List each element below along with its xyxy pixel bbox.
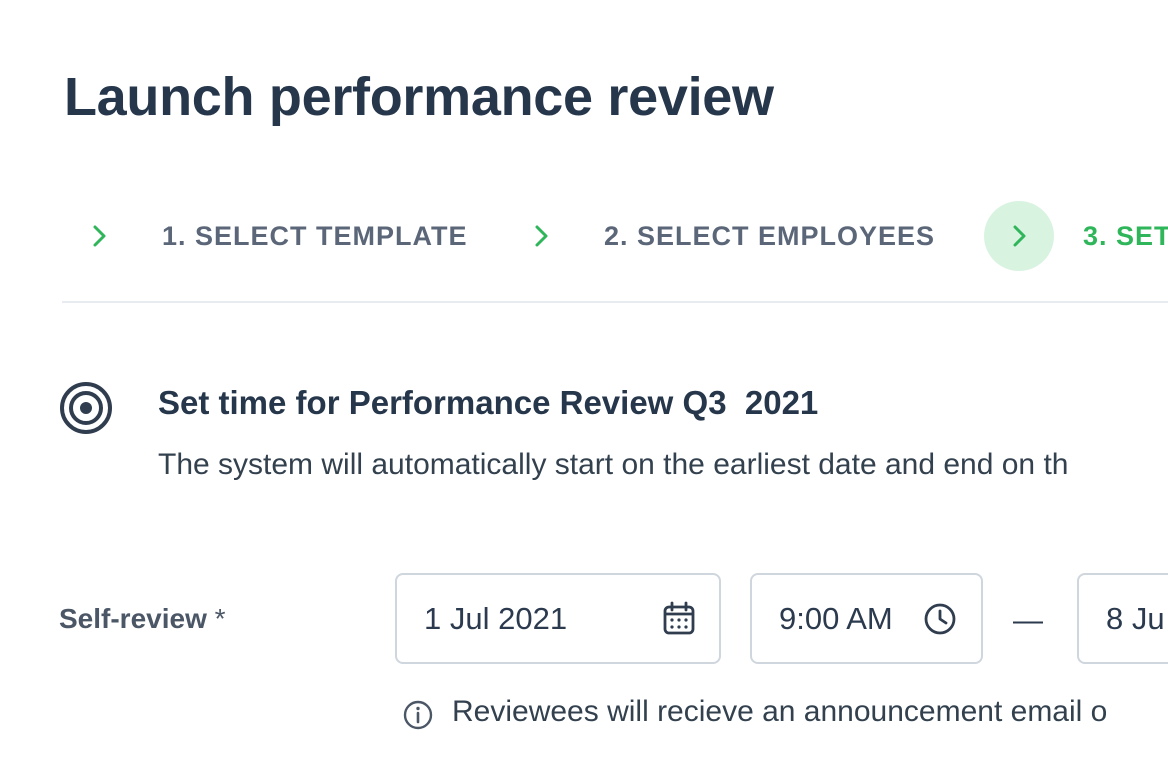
stepper: 1. SELECT TEMPLATE 2. SELECT EMPLOYEES 3… xyxy=(0,200,1168,272)
step-select-template[interactable]: 1. SELECT TEMPLATE xyxy=(64,200,468,272)
calendar-icon[interactable] xyxy=(661,601,697,637)
required-mark: * xyxy=(214,603,226,634)
launch-review-page: Launch performance review 1. SELECT TEMP… xyxy=(0,0,1168,784)
self-review-label-text: Self-review xyxy=(59,603,207,634)
end-date-value: 8 Ju xyxy=(1106,600,1165,636)
stepper-divider xyxy=(62,301,1168,303)
page-title: Launch performance review xyxy=(64,67,774,127)
range-separator: — xyxy=(1013,604,1043,637)
clock-icon[interactable] xyxy=(922,601,958,637)
chevron-right-icon xyxy=(64,201,134,271)
self-review-start-date-input[interactable]: 1 Jul 2021 xyxy=(395,573,721,664)
start-time-value: 9:00 AM xyxy=(779,600,893,636)
chevron-right-icon xyxy=(984,201,1054,271)
step-label: 3. SET xyxy=(1083,220,1168,251)
self-review-start-time-input[interactable]: 9:00 AM xyxy=(750,573,983,664)
step-set-time[interactable]: 3. SET xyxy=(984,200,1168,272)
info-icon xyxy=(403,700,433,730)
section-title: Set time for Performance Review Q3 2021 xyxy=(158,384,819,421)
target-icon xyxy=(60,382,112,434)
step-label: 2. SELECT EMPLOYEES xyxy=(604,220,936,251)
start-date-value: 1 Jul 2021 xyxy=(424,600,568,636)
self-review-end-date-input[interactable]: 8 Ju xyxy=(1077,573,1168,664)
step-select-employees[interactable]: 2. SELECT EMPLOYEES xyxy=(506,200,935,272)
step-label: 1. SELECT TEMPLATE xyxy=(162,220,468,251)
section-description: The system will automatically start on t… xyxy=(158,448,1069,481)
chevron-right-icon xyxy=(506,201,576,271)
self-review-hint: Reviewees will recieve an announcement e… xyxy=(452,695,1108,728)
self-review-label: Self-review * xyxy=(59,603,226,635)
